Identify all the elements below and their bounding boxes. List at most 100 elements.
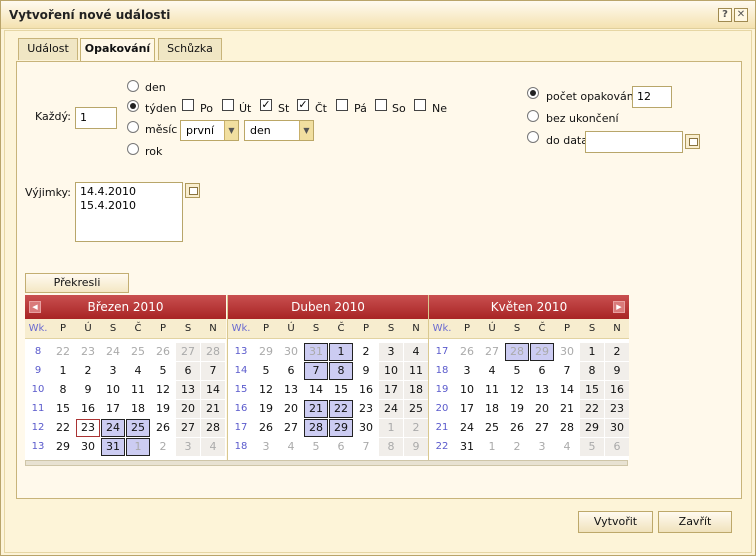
calendar-day[interactable]: 16: [354, 381, 378, 399]
close-button[interactable]: Zavřít: [658, 511, 732, 533]
calendar-day[interactable]: 30: [555, 343, 579, 361]
calendar-day[interactable]: 25: [480, 419, 504, 437]
calendar-day[interactable]: 29: [51, 438, 75, 456]
help-button[interactable]: ?: [718, 8, 732, 22]
calendar-day[interactable]: 3: [101, 362, 125, 380]
calendar-day[interactable]: 5: [151, 362, 175, 380]
calendar-day[interactable]: 3: [379, 343, 403, 361]
calendar-day[interactable]: 5: [505, 362, 529, 380]
calendar-day[interactable]: 2: [354, 343, 378, 361]
calendar-day[interactable]: 4: [201, 438, 225, 456]
calendar-day[interactable]: 18: [126, 400, 150, 418]
checkbox-tue[interactable]: [222, 99, 234, 111]
checkbox-sun[interactable]: [414, 99, 426, 111]
calendar-day[interactable]: 23: [76, 343, 100, 361]
calendar-day[interactable]: 22: [329, 400, 353, 418]
calendar-day[interactable]: 24: [101, 419, 125, 437]
calendar-day[interactable]: 6: [530, 362, 554, 380]
calendar-day[interactable]: 7: [201, 362, 225, 380]
calendar-day[interactable]: 11: [126, 381, 150, 399]
calendar-day[interactable]: 26: [151, 343, 175, 361]
calendar-day[interactable]: 23: [76, 419, 100, 437]
calendar-day[interactable]: 19: [151, 400, 175, 418]
calendar-day[interactable]: 25: [404, 400, 428, 418]
calendar-day[interactable]: 19: [505, 400, 529, 418]
calendar-day[interactable]: 5: [254, 362, 278, 380]
calendar-day[interactable]: 17: [101, 400, 125, 418]
calendar-day[interactable]: 16: [76, 400, 100, 418]
calendar-day[interactable]: 9: [605, 362, 629, 380]
calendar-day[interactable]: 2: [605, 343, 629, 361]
calendar-day[interactable]: 1: [379, 419, 403, 437]
create-button[interactable]: Vytvořit: [578, 511, 653, 533]
calendar-day[interactable]: 3: [176, 438, 200, 456]
calendar-day[interactable]: 10: [101, 381, 125, 399]
radio-year[interactable]: [127, 143, 139, 155]
calendar-day[interactable]: 14: [201, 381, 225, 399]
calendar-icon[interactable]: [685, 134, 700, 149]
calendar-day[interactable]: 2: [404, 419, 428, 437]
checkbox-thu[interactable]: ✓: [297, 99, 309, 111]
calendar-day[interactable]: 4: [279, 438, 303, 456]
calendar-day[interactable]: 21: [304, 400, 328, 418]
calendar-day[interactable]: 26: [151, 419, 175, 437]
calendar-day[interactable]: 17: [379, 381, 403, 399]
calendar-day[interactable]: 8: [329, 362, 353, 380]
checkbox-fri[interactable]: [336, 99, 348, 111]
month-ordinal-select[interactable]: první ▼: [180, 120, 239, 141]
each-input[interactable]: 1: [75, 107, 117, 129]
calendar-day[interactable]: 4: [480, 362, 504, 380]
calendar-day[interactable]: 5: [304, 438, 328, 456]
calendar-day[interactable]: 3: [530, 438, 554, 456]
calendar-day[interactable]: 31: [304, 343, 328, 361]
calendar-day[interactable]: 8: [51, 381, 75, 399]
radio-week[interactable]: [127, 100, 139, 112]
checkbox-mon[interactable]: [182, 99, 194, 111]
calendar-day[interactable]: 31: [101, 438, 125, 456]
calendar-day[interactable]: 19: [254, 400, 278, 418]
radio-no-end[interactable]: [527, 110, 539, 122]
month-day-select[interactable]: den ▼: [244, 120, 314, 141]
calendar-day[interactable]: 27: [480, 343, 504, 361]
until-date-input[interactable]: [585, 131, 683, 153]
tab-recurrence[interactable]: Opakování: [80, 38, 155, 62]
calendar-day[interactable]: 24: [101, 343, 125, 361]
radio-until[interactable]: [527, 131, 539, 143]
calendar-day[interactable]: 1: [480, 438, 504, 456]
calendar-day[interactable]: 3: [254, 438, 278, 456]
calendar-day[interactable]: 1: [329, 343, 353, 361]
checkbox-wed[interactable]: ✓: [260, 99, 272, 111]
calendar-day[interactable]: 10: [455, 381, 479, 399]
calendar-day[interactable]: 5: [580, 438, 604, 456]
calendar-day[interactable]: 11: [404, 362, 428, 380]
radio-day[interactable]: [127, 80, 139, 92]
calendar-day[interactable]: 2: [76, 362, 100, 380]
calendar-day[interactable]: 30: [605, 419, 629, 437]
calendar-day[interactable]: 24: [455, 419, 479, 437]
radio-count[interactable]: [527, 87, 539, 99]
calendar-day[interactable]: 27: [176, 419, 200, 437]
calendar-day[interactable]: 26: [455, 343, 479, 361]
calendar-day[interactable]: 21: [201, 400, 225, 418]
calendar-day[interactable]: 27: [176, 343, 200, 361]
calendar-scrollbar[interactable]: [25, 460, 628, 466]
calendar-day[interactable]: 28: [201, 419, 225, 437]
checkbox-sat[interactable]: [375, 99, 387, 111]
calendar-day[interactable]: 31: [455, 438, 479, 456]
calendar-day[interactable]: 6: [605, 438, 629, 456]
calendar-day[interactable]: 22: [51, 419, 75, 437]
calendar-day[interactable]: 13: [530, 381, 554, 399]
calendar-day[interactable]: 27: [530, 419, 554, 437]
calendar-day[interactable]: 2: [151, 438, 175, 456]
calendar-day[interactable]: 6: [279, 362, 303, 380]
calendar-day[interactable]: 21: [555, 400, 579, 418]
calendar-day[interactable]: 1: [580, 343, 604, 361]
exceptions-textarea[interactable]: 14.4.2010 15.4.2010: [75, 182, 183, 242]
calendar-day[interactable]: 30: [76, 438, 100, 456]
calendar-day[interactable]: 27: [279, 419, 303, 437]
calendar-day[interactable]: 28: [201, 343, 225, 361]
calendar-day[interactable]: 29: [329, 419, 353, 437]
calendar-day[interactable]: 7: [354, 438, 378, 456]
calendar-day[interactable]: 15: [580, 381, 604, 399]
title-bar[interactable]: Vytvoření nové události ? ✕: [1, 1, 755, 29]
